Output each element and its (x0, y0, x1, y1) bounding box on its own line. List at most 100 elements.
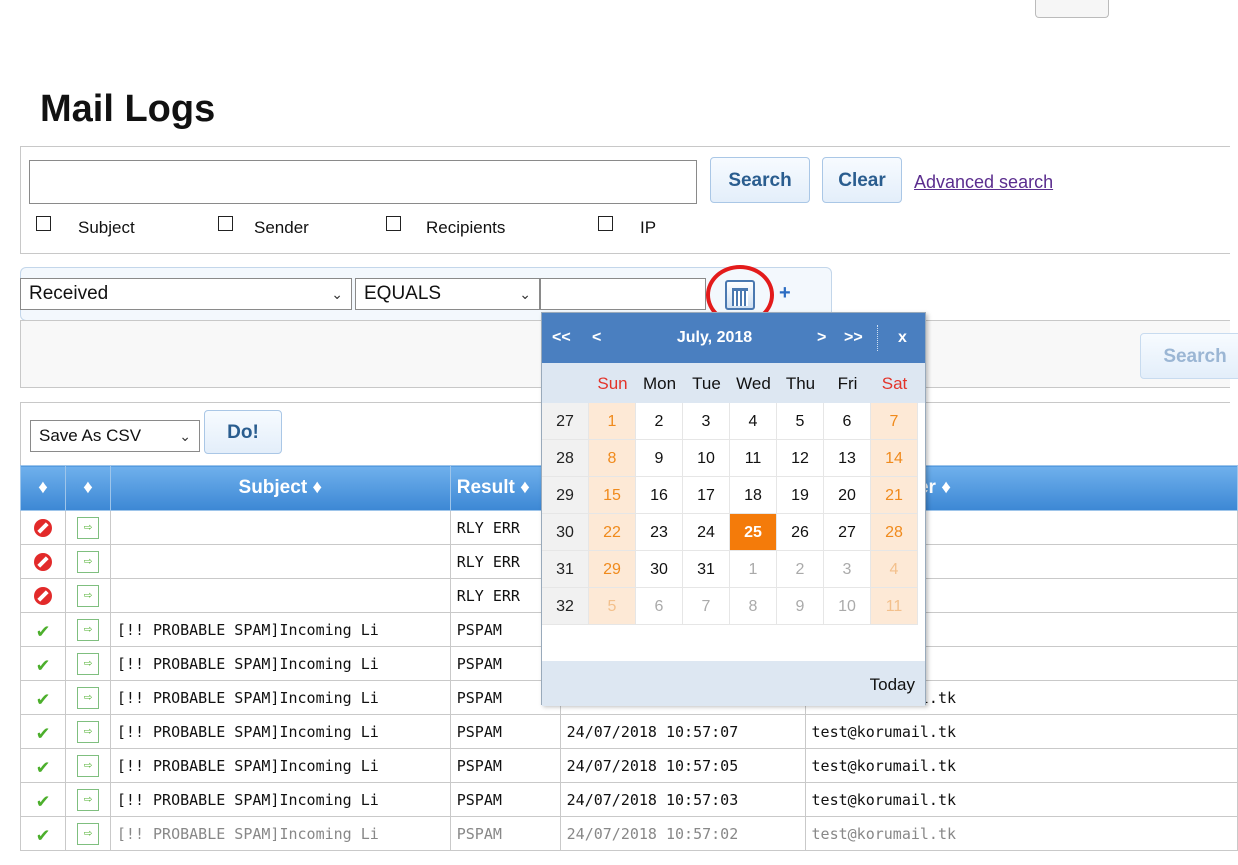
search-button[interactable]: Search (710, 157, 810, 203)
calendar-day[interactable]: 30 (636, 551, 683, 588)
do-button[interactable]: Do! (204, 410, 282, 454)
calendar-day[interactable]: 7 (683, 588, 730, 625)
subject-checkbox[interactable] (36, 216, 51, 231)
sender-checkbox[interactable] (218, 216, 233, 231)
calendar-day[interactable]: 3 (683, 403, 730, 440)
sender-checkbox-label: Sender (254, 218, 309, 237)
calendar-day[interactable]: 7 (871, 403, 918, 440)
calendar-day[interactable]: 5 (777, 403, 824, 440)
calendar-day[interactable]: 3 (824, 551, 871, 588)
calendar-day[interactable]: 28 (871, 514, 918, 551)
subject-cell: [!! PROBABLE SPAM]Incoming Li (109, 782, 451, 817)
calendar-week-row: 28 8 9 10 11 12 13 14 (542, 440, 925, 477)
calendar-day[interactable]: 10 (683, 440, 730, 477)
prev-month-button[interactable]: < (592, 329, 601, 347)
calendar-day[interactable]: 9 (636, 440, 683, 477)
calendar-day[interactable]: 14 (871, 440, 918, 477)
calendar-day[interactable]: 21 (871, 477, 918, 514)
search-input[interactable] (29, 160, 697, 204)
week-number: 32 (542, 588, 589, 625)
filter-date-input[interactable] (540, 278, 706, 310)
calendar-day[interactable]: 27 (824, 514, 871, 551)
calendar-day[interactable]: 29 (589, 551, 636, 588)
export-format-select[interactable]: Save As CSV ⌄ (30, 420, 200, 452)
status-column-header[interactable]: ♦ (20, 465, 66, 511)
calendar-day[interactable]: 12 (777, 440, 824, 477)
incoming-icon: ⇨ (76, 652, 99, 675)
calendar-day[interactable]: 25 (730, 514, 777, 551)
table-row[interactable]: ✔ ⇨ [!! PROBABLE SPAM]Incoming LiPSPAM24/0… (20, 714, 1238, 749)
prev-year-button[interactable]: << (552, 329, 571, 347)
calendar-day[interactable]: 10 (824, 588, 871, 625)
calendar-day[interactable]: 2 (777, 551, 824, 588)
calendar-day[interactable]: 13 (824, 440, 871, 477)
next-year-button[interactable]: >> (844, 329, 863, 347)
direction-column-header[interactable]: ♦ (64, 465, 111, 511)
filter-operator-select[interactable]: EQUALS ⌄ (355, 278, 540, 310)
calendar-day[interactable]: 17 (683, 477, 730, 514)
clear-button[interactable]: Clear (822, 157, 902, 203)
window-close-stub[interactable] (1035, 0, 1109, 18)
recipients-checkbox[interactable] (386, 216, 401, 231)
chevron-down-icon: ⌄ (179, 428, 191, 444)
advanced-search-link[interactable]: Advanced search (914, 172, 1053, 193)
calendar-day[interactable]: 23 (636, 514, 683, 551)
calendar-month-title: July, 2018 (676, 329, 753, 346)
calendar-day[interactable]: 1 (589, 403, 636, 440)
close-calendar-button[interactable]: x (898, 329, 907, 347)
calendar-week-row: 30 22 23 24 25 26 27 28 (542, 514, 925, 551)
calendar-day[interactable]: 11 (871, 588, 918, 625)
calendar-day[interactable]: 22 (589, 514, 636, 551)
next-month-button[interactable]: > (817, 329, 826, 347)
calendar-day[interactable]: 4 (730, 403, 777, 440)
calendar-day[interactable]: 9 (777, 588, 824, 625)
today-button[interactable]: Today (870, 675, 915, 695)
ip-checkbox-label: IP (640, 218, 657, 237)
filter-field-select[interactable]: Received ⌄ (20, 278, 352, 310)
calendar-day[interactable]: 26 (777, 514, 824, 551)
table-row[interactable]: ✔ ⇨ [!! PROBABLE SPAM]Incoming LiPSPAM24/0… (20, 782, 1238, 817)
calendar-day[interactable]: 31 (683, 551, 730, 588)
calendar-day[interactable]: 4 (871, 551, 918, 588)
result-cell: PSPAM (449, 816, 561, 851)
calendar-day[interactable]: 20 (824, 477, 871, 514)
weekday-label: Fri (837, 374, 858, 393)
filter-search-button[interactable]: Search (1140, 333, 1238, 379)
calendar-day[interactable]: 18 (730, 477, 777, 514)
calendar-day[interactable]: 8 (730, 588, 777, 625)
received-cell: 24/07/2018 10:57:02 (559, 816, 806, 851)
calendar-day[interactable]: 6 (636, 588, 683, 625)
table-row[interactable]: ✔ ⇨ [!! PROBABLE SPAM]Incoming LiPSPAM24/0… (20, 816, 1238, 851)
subject-cell: [!! PROBABLE SPAM]Incoming Li (109, 612, 451, 647)
sender-cell: test@korumail.tk (804, 714, 1238, 749)
direction-cell: ⇨ (64, 510, 111, 545)
week-number: 31 (542, 551, 589, 588)
weekday-label: Sat (881, 374, 908, 393)
status-cell: ✔ (20, 714, 66, 749)
calendar-day[interactable]: 19 (777, 477, 824, 514)
calendar-day[interactable]: 15 (589, 477, 636, 514)
calendar-day[interactable]: 24 (683, 514, 730, 551)
calendar-day[interactable]: 11 (730, 440, 777, 477)
ip-checkbox[interactable] (598, 216, 613, 231)
table-row[interactable]: ✔ ⇨ [!! PROBABLE SPAM]Incoming LiPSPAM24/0… (20, 748, 1238, 783)
incoming-icon: ⇨ (76, 516, 99, 539)
blocked-icon (33, 518, 52, 537)
calendar-day[interactable]: 6 (824, 403, 871, 440)
calendar-day[interactable]: 1 (730, 551, 777, 588)
weekday-label: Mon (642, 374, 677, 393)
incoming-icon: ⇨ (76, 720, 99, 743)
subject-column-header[interactable]: Subject ♦ (109, 465, 451, 511)
received-cell: 24/07/2018 10:57:03 (559, 782, 806, 817)
incoming-icon: ⇨ (76, 822, 99, 845)
calendar-day[interactable]: 2 (636, 403, 683, 440)
calendar-day[interactable]: 5 (589, 588, 636, 625)
filter-field-value: Received (29, 283, 109, 304)
calendar-day[interactable]: 8 (589, 440, 636, 477)
weekday-label: Sun (597, 374, 628, 393)
calendar-week-row: 29 15 16 17 18 19 20 21 (542, 477, 925, 514)
add-filter-button[interactable]: + (779, 282, 791, 305)
direction-cell: ⇨ (64, 612, 111, 647)
status-cell (20, 510, 66, 545)
calendar-day[interactable]: 16 (636, 477, 683, 514)
